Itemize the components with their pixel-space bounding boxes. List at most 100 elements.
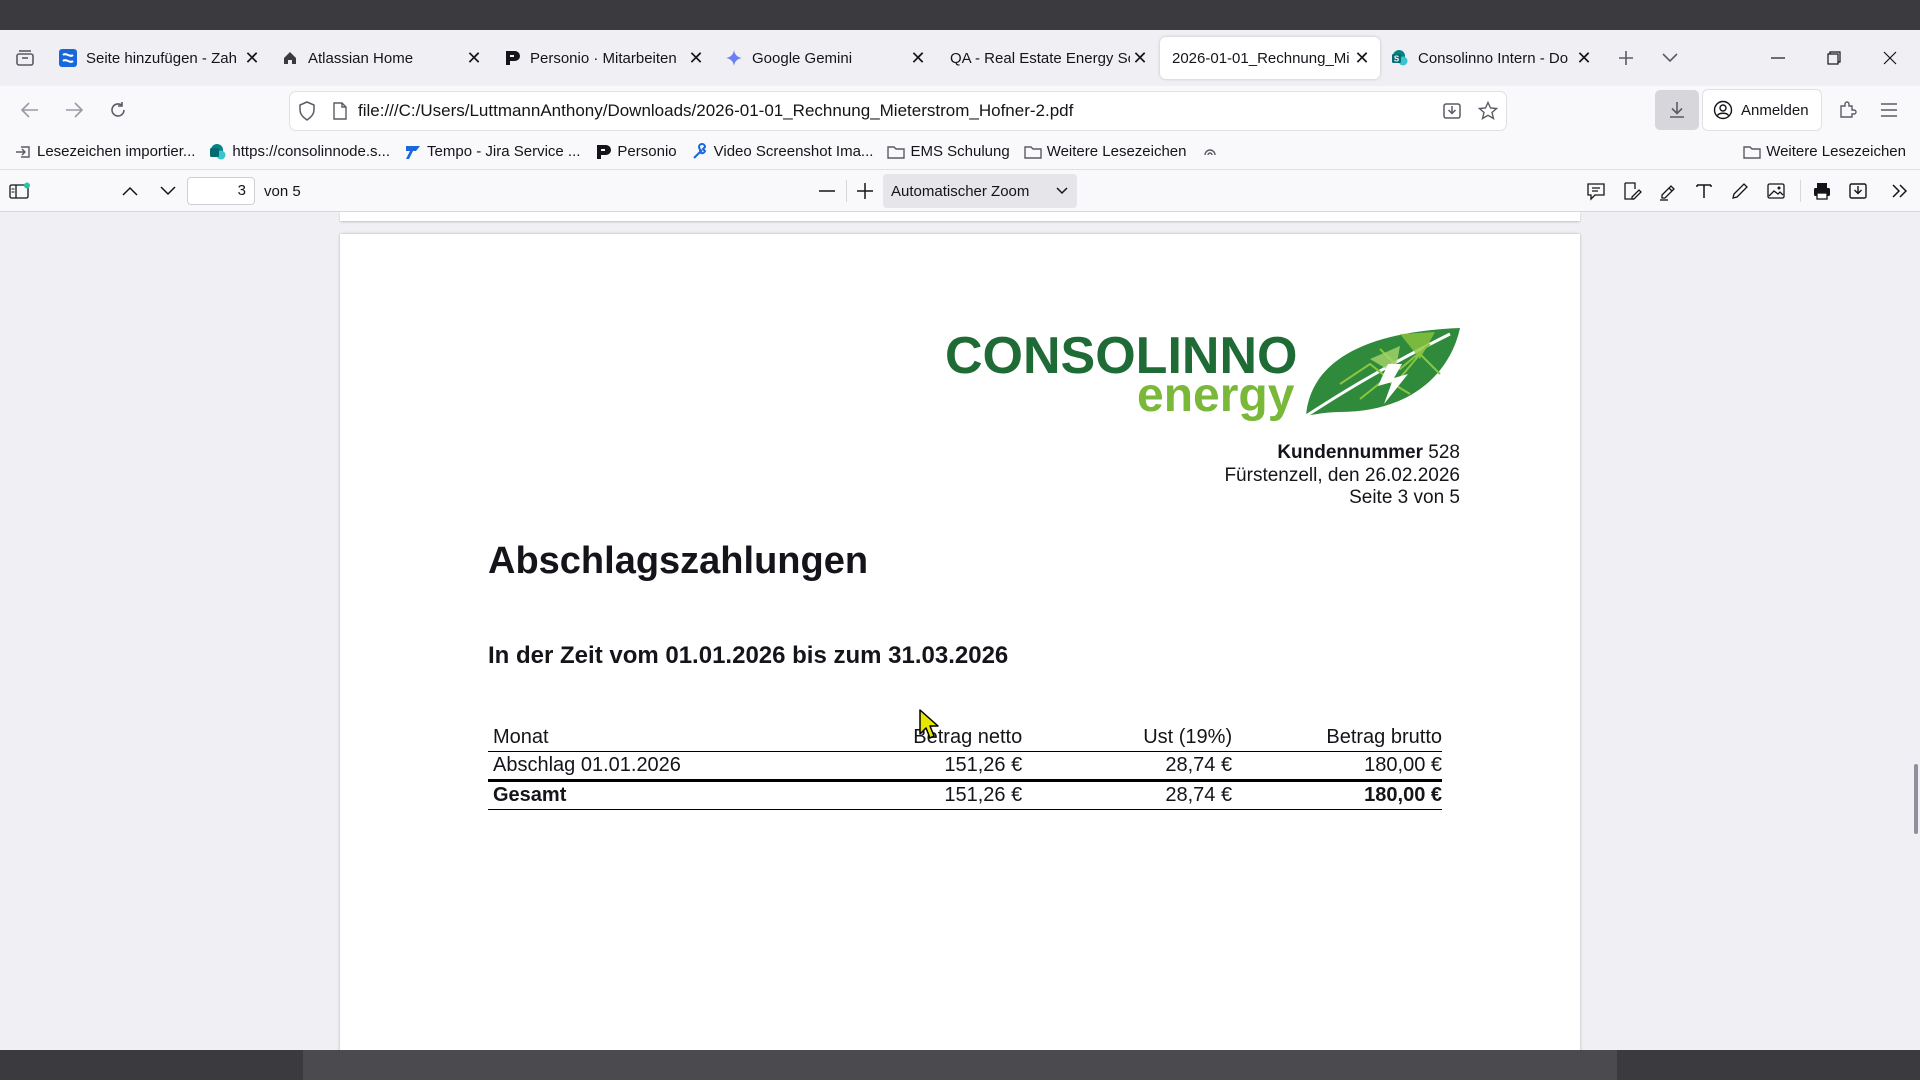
consolinno-logo: CONSOLINNO energy xyxy=(945,324,1465,424)
tools-icon xyxy=(691,142,709,161)
bookmark-star-icon[interactable] xyxy=(1478,101,1498,121)
previous-page-button[interactable] xyxy=(114,175,146,207)
tab-qa-real-estate[interactable]: QA - Real Estate Energy So ✕ xyxy=(938,37,1158,79)
restore-button[interactable] xyxy=(1806,30,1862,86)
os-taskbar xyxy=(0,1050,1920,1080)
folder-icon xyxy=(887,143,906,161)
close-tab-icon[interactable]: ✕ xyxy=(1130,48,1150,68)
customer-number: 528 xyxy=(1428,442,1460,463)
close-tab-icon[interactable]: ✕ xyxy=(1574,48,1594,68)
tab-google-gemini[interactable]: Google Gemini ✕ xyxy=(716,37,936,79)
pdf-viewer-area[interactable]: CONSOLINNO energy Kundennummer 528 Fürst… xyxy=(0,212,1920,1050)
restore-icon xyxy=(1827,51,1841,65)
tempo-icon xyxy=(404,143,422,161)
bookmark-consolinno-sharepoint[interactable]: https://consolinnode.s... xyxy=(209,143,390,161)
print-button[interactable] xyxy=(1806,175,1838,207)
cell-month: Abschlag 01.01.2026 xyxy=(488,751,851,782)
downloads-button[interactable] xyxy=(1655,90,1699,130)
close-tab-icon[interactable]: ✕ xyxy=(464,48,484,68)
tab-personio[interactable]: Personio · Mitarbeiten ✕ xyxy=(494,37,714,79)
tab-consolinno-intern[interactable]: S Consolinno Intern - Do ✕ xyxy=(1382,37,1602,79)
pencil-icon xyxy=(1732,183,1748,199)
bookmark-folder-ems-schulung[interactable]: EMS Schulung xyxy=(887,143,1010,161)
comment-button[interactable] xyxy=(1580,175,1612,207)
customer-number-label: Kundennummer xyxy=(1277,442,1424,463)
url-text[interactable]: file:///C:/Users/LuttmannAnthony/Downloa… xyxy=(358,101,1442,121)
invoice-meta: Kundennummer 528 Fürstenzell, den 26.02.… xyxy=(1224,442,1460,510)
list-all-tabs-button[interactable] xyxy=(1648,37,1692,79)
page-info: Seite 3 von 5 xyxy=(1349,487,1460,508)
cell-net: 151,26 € xyxy=(850,751,1023,782)
image-button[interactable] xyxy=(1760,175,1792,207)
chevron-down-icon xyxy=(1056,187,1068,195)
save-to-device-icon[interactable] xyxy=(1442,101,1462,121)
bookmark-tempo-jira[interactable]: Tempo - Jira Service ... xyxy=(404,143,580,161)
home-icon xyxy=(280,48,300,68)
app-menu-button[interactable] xyxy=(1872,93,1906,127)
bookmark-other-folder[interactable]: Weitere Lesezeichen xyxy=(1743,143,1906,161)
signature-button[interactable] xyxy=(1616,175,1648,207)
account-icon xyxy=(1713,100,1733,120)
printer-icon xyxy=(1814,183,1830,200)
arrow-right-icon xyxy=(66,102,83,118)
import-icon xyxy=(14,143,32,161)
address-bar[interactable]: file:///C:/Users/LuttmannAnthony/Downloa… xyxy=(290,92,1506,130)
bookmark-video-screenshot[interactable]: Video Screenshot Ima... xyxy=(691,142,873,161)
shield-icon[interactable] xyxy=(298,101,316,121)
zoom-select[interactable]: Automatischer Zoom xyxy=(883,174,1077,208)
highlight-button[interactable] xyxy=(1652,175,1684,207)
signature-icon xyxy=(1624,182,1642,200)
text-button[interactable] xyxy=(1688,175,1720,207)
cell-vat: 28,74 € xyxy=(1022,751,1233,782)
tab-invoice-pdf[interactable]: 2026-01-01_Rechnung_Mi ✕ xyxy=(1160,37,1380,79)
next-page-button[interactable] xyxy=(152,175,184,207)
bookmark-label: Weitere Lesezeichen xyxy=(1766,143,1906,160)
more-tools-button[interactable] xyxy=(1884,175,1916,207)
total-label: Gesamt xyxy=(488,780,851,810)
sidebar-toggle-button[interactable] xyxy=(4,175,36,207)
zoom-out-button[interactable] xyxy=(811,175,843,207)
text-icon xyxy=(1696,184,1712,198)
new-tab-button[interactable] xyxy=(1604,37,1648,79)
bookmark-personio[interactable]: Personio xyxy=(594,143,677,161)
column-header-month: Monat xyxy=(488,724,851,752)
toolbar-divider xyxy=(846,180,847,202)
download-icon xyxy=(1670,102,1684,118)
close-tab-icon[interactable]: ✕ xyxy=(1352,48,1372,68)
tab-confluence[interactable]: Seite hinzufügen - Zah ✕ xyxy=(50,37,270,79)
back-button[interactable] xyxy=(8,88,52,132)
bookmark-label: https://consolinnode.s... xyxy=(232,143,391,160)
leaf-icon xyxy=(1305,328,1460,418)
reload-button[interactable] xyxy=(96,88,140,132)
page-number-input[interactable]: 3 xyxy=(187,177,255,205)
vertical-scrollbar-thumb[interactable] xyxy=(1914,764,1918,834)
bookmark-label: Lesezeichen importier... xyxy=(37,143,196,160)
draw-button[interactable] xyxy=(1724,175,1756,207)
close-window-button[interactable] xyxy=(1862,30,1918,86)
close-tab-icon[interactable]: ✕ xyxy=(242,48,262,68)
extensions-button[interactable] xyxy=(1830,93,1864,127)
close-tab-icon[interactable]: ✕ xyxy=(686,48,706,68)
forward-button[interactable] xyxy=(52,88,96,132)
sharepoint-icon xyxy=(209,143,227,161)
tab-overview-button[interactable] xyxy=(0,30,50,86)
bookmark-folder-weitere[interactable]: Weitere Lesezeichen xyxy=(1023,143,1187,161)
tab-atlassian-home[interactable]: Atlassian Home ✕ xyxy=(272,37,492,79)
close-tab-icon[interactable]: ✕ xyxy=(908,48,928,68)
tab-bar: Seite hinzufügen - Zah ✕ Atlassian Home … xyxy=(0,30,1920,86)
page-count-label: von 5 xyxy=(264,183,301,200)
bookmark-import[interactable]: Lesezeichen importier... xyxy=(14,143,195,161)
minimize-icon xyxy=(1771,57,1785,59)
tab-title: Atlassian Home xyxy=(308,49,414,67)
hamburger-menu-icon xyxy=(1881,103,1897,117)
bookmark-extra[interactable] xyxy=(1201,143,1224,161)
zoom-in-button[interactable] xyxy=(849,175,881,207)
tab-title: Google Gemini xyxy=(752,49,853,67)
tab-title: QA - Real Estate Energy So xyxy=(950,49,1130,67)
account-button[interactable]: Anmelden xyxy=(1703,90,1821,130)
document-title: Abschlagszahlungen xyxy=(488,540,869,582)
minimize-button[interactable] xyxy=(1750,30,1806,86)
save-button[interactable] xyxy=(1842,175,1874,207)
taskbar-center xyxy=(303,1050,1617,1080)
toolbar-divider xyxy=(1800,180,1801,202)
